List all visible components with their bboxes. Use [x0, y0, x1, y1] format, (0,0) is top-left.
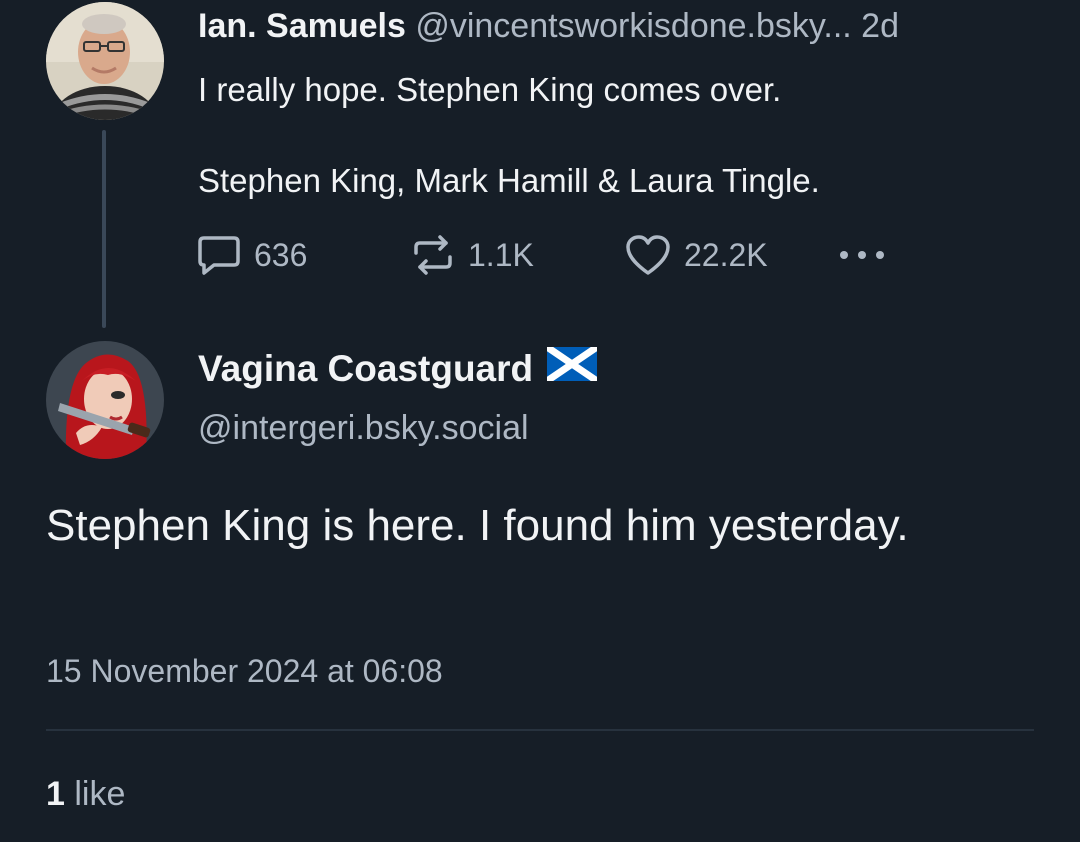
parent-post-header: Ian. Samuels @vincentsworkisdone.bsky...…: [198, 6, 899, 46]
main-post-author: Vagina Coastguard: [198, 344, 600, 391]
author-handle[interactable]: @vincentsworkisdone.bsky...: [415, 7, 851, 45]
repost-count: 1.1K: [468, 236, 534, 273]
author-avatar[interactable]: [46, 2, 164, 120]
heart-icon: [626, 235, 670, 275]
ellipsis-icon: [840, 251, 884, 259]
person-photo-avatar: [46, 2, 164, 120]
scotland-flag-icon: [545, 344, 600, 391]
post-time-ago[interactable]: 2d: [861, 7, 899, 45]
like-button[interactable]: 22.2K: [624, 230, 768, 280]
cartoon-avatar: [46, 341, 164, 459]
author-name[interactable]: Ian. Samuels: [198, 7, 406, 45]
parent-post-text-line-2: Stephen King, Mark Hamill & Laura Tingle…: [198, 162, 820, 199]
author-avatar[interactable]: [46, 341, 164, 459]
repost-button[interactable]: 1.1K: [410, 230, 534, 280]
thread-connector-line: [102, 130, 106, 328]
speech-bubble-icon: [198, 236, 240, 275]
author-handle[interactable]: @intergeri.bsky.social: [198, 407, 529, 449]
author-name[interactable]: Vagina Coastguard: [198, 347, 533, 391]
more-options-button[interactable]: [834, 230, 902, 280]
likes-summary[interactable]: 1 like: [46, 772, 125, 816]
reply-button[interactable]: 636: [196, 230, 307, 280]
reply-count: 636: [254, 236, 308, 273]
main-post-text: Stephen King is here. I found him yester…: [46, 501, 909, 550]
likes-label: like: [64, 775, 126, 813]
likes-count: 1: [46, 775, 65, 813]
like-count: 22.2K: [684, 236, 768, 273]
post-timestamp[interactable]: 15 November 2024 at 06:08: [46, 650, 443, 692]
parent-post-text-line-1: I really hope. Stephen King comes over.: [198, 71, 782, 108]
divider: [46, 729, 1034, 731]
repost-arrows-icon: [414, 235, 452, 275]
